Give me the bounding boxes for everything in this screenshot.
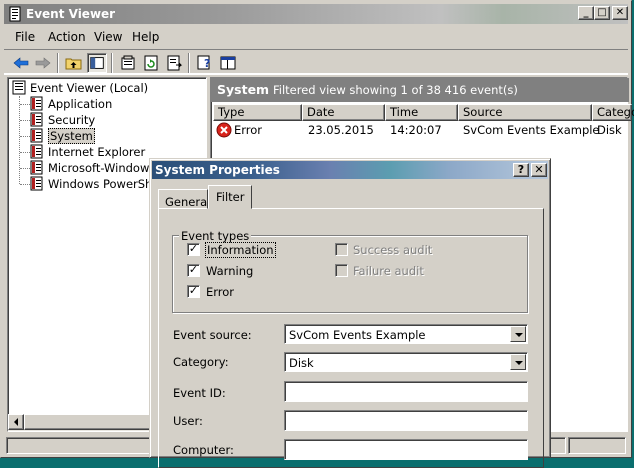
event-date: 23.05.2015: [308, 123, 374, 137]
log-file-icon: [30, 112, 43, 127]
log-file-icon: [30, 176, 43, 191]
status-panel: [568, 437, 626, 454]
show-hide-tree-icon[interactable]: [87, 53, 107, 73]
dialog-help-button[interactable]: ?: [513, 163, 529, 177]
computer-input[interactable]: [284, 439, 528, 460]
column-header-source[interactable]: Source: [458, 104, 592, 121]
tree-connector: [20, 136, 30, 137]
toolbar-separator: [188, 53, 190, 73]
success-audit-checkbox[interactable]: [335, 243, 348, 256]
tree-connector: [20, 120, 30, 121]
category-label: Category:: [173, 355, 229, 369]
forward-arrow-icon[interactable]: [33, 53, 53, 73]
tree-connector: [20, 104, 30, 105]
export-list-icon[interactable]: [164, 53, 184, 73]
event-viewer-icon: [12, 80, 26, 95]
scroll-left-button[interactable]: [8, 414, 24, 430]
svg-text:?: ?: [204, 57, 210, 70]
close-button[interactable]: ✕: [612, 6, 628, 20]
console-icon[interactable]: [218, 53, 238, 73]
chevron-down-icon[interactable]: [510, 326, 526, 342]
help-icon[interactable]: ?: [195, 53, 215, 73]
error-checkbox[interactable]: ✓: [187, 285, 200, 298]
maximize-button[interactable]: □: [594, 6, 610, 20]
user-label: User:: [173, 414, 203, 428]
menu-file[interactable]: File: [15, 30, 35, 44]
tree-item-label: Application: [48, 97, 113, 111]
up-folder-icon[interactable]: [64, 53, 84, 73]
toolbar: ?: [4, 49, 628, 75]
column-header-date[interactable]: Date: [302, 104, 385, 121]
failure-audit-label: Failure audit: [353, 264, 424, 278]
failure-audit-checkbox[interactable]: [335, 264, 348, 277]
log-file-icon: [30, 160, 43, 175]
tree-item-label: System: [48, 128, 95, 144]
error-label[interactable]: Error: [206, 285, 234, 299]
event-type: Error: [234, 123, 263, 137]
main-window-title: Event Viewer: [26, 7, 116, 21]
tab-general[interactable]: General: [158, 189, 210, 209]
back-arrow-icon[interactable]: [11, 53, 31, 73]
information-checkbox[interactable]: ✓: [187, 243, 200, 256]
event-source-value: SvCom Events Example: [289, 328, 426, 342]
tree-connector: [20, 184, 30, 185]
tree-connector: [20, 152, 30, 153]
dialog-title-bar[interactable]: System Properties ? ✕: [152, 161, 548, 179]
refresh-icon[interactable]: [141, 53, 161, 73]
dialog-title: System Properties: [155, 163, 280, 177]
event-source: SvCom Events Example: [463, 123, 600, 137]
dialog-close-button[interactable]: ✕: [531, 163, 547, 177]
column-header-type[interactable]: Type: [213, 104, 302, 121]
chevron-down-icon[interactable]: [510, 354, 526, 370]
event-time: 14:20:07: [390, 123, 442, 137]
event-category: Disk: [597, 123, 622, 137]
warning-checkbox[interactable]: ✓: [187, 264, 200, 277]
tree-connector: [20, 168, 30, 169]
toolbar-separator: [111, 53, 113, 73]
properties-icon[interactable]: [118, 53, 138, 73]
warning-label[interactable]: Warning: [206, 264, 253, 278]
success-audit-label: Success audit: [353, 243, 433, 257]
menu-bar: File Action View Help: [4, 27, 628, 47]
filter-status: Filtered view showing 1 of 38 416 event(…: [273, 83, 518, 97]
computer-label: Computer:: [173, 443, 234, 457]
category-value: Disk: [289, 356, 314, 370]
menu-view[interactable]: View: [94, 30, 122, 44]
menu-action[interactable]: Action: [48, 30, 86, 44]
information-label[interactable]: Information: [205, 242, 276, 258]
event-id-label: Event ID:: [173, 386, 226, 400]
log-file-icon: [30, 128, 43, 143]
event-viewer-app-icon: [9, 6, 21, 22]
minimize-button[interactable]: _: [578, 6, 594, 20]
toolbar-separator: [57, 53, 59, 73]
scroll-thumb[interactable]: [24, 414, 154, 430]
tree-root-label: Event Viewer (Local): [30, 81, 149, 95]
event-types-legend: Event types: [179, 229, 252, 243]
main-title-bar[interactable]: Event Viewer _ □ ✕: [4, 4, 628, 24]
log-file-icon: [30, 144, 43, 159]
event-list-header: System Filtered view showing 1 of 38 416…: [211, 78, 629, 102]
user-input[interactable]: [284, 410, 528, 431]
column-header-category[interactable]: Catego: [592, 104, 634, 121]
menu-help[interactable]: Help: [132, 30, 159, 44]
log-file-icon: [30, 96, 43, 111]
category-combobox[interactable]: Disk: [284, 352, 528, 372]
tree-item-label: Security: [48, 113, 96, 127]
error-icon: [216, 122, 232, 138]
tab-filter[interactable]: Filter: [208, 185, 252, 209]
column-header-time[interactable]: Time: [385, 104, 458, 121]
left-triangle-icon: [14, 418, 18, 426]
event-source-combobox[interactable]: SvCom Events Example: [284, 324, 528, 344]
event-source-label: Event source:: [173, 328, 252, 342]
tree-item-label: Internet Explorer: [48, 145, 146, 159]
system-properties-dialog: System Properties ? ✕ General Filter Eve…: [149, 158, 551, 468]
event-id-input[interactable]: [284, 381, 528, 402]
tree-connector: [19, 96, 20, 184]
log-title: System: [217, 82, 270, 97]
